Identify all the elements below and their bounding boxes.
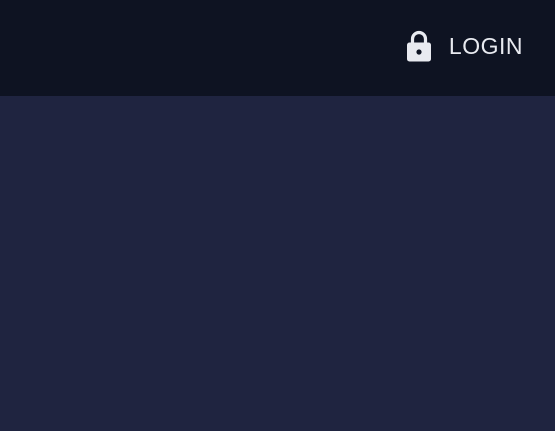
login-label: LOGIN xyxy=(448,32,523,59)
login-button[interactable]: LOGIN xyxy=(406,24,523,68)
lock-icon xyxy=(406,30,432,62)
top-bar: LOGIN xyxy=(0,0,555,96)
main-content xyxy=(0,96,555,431)
